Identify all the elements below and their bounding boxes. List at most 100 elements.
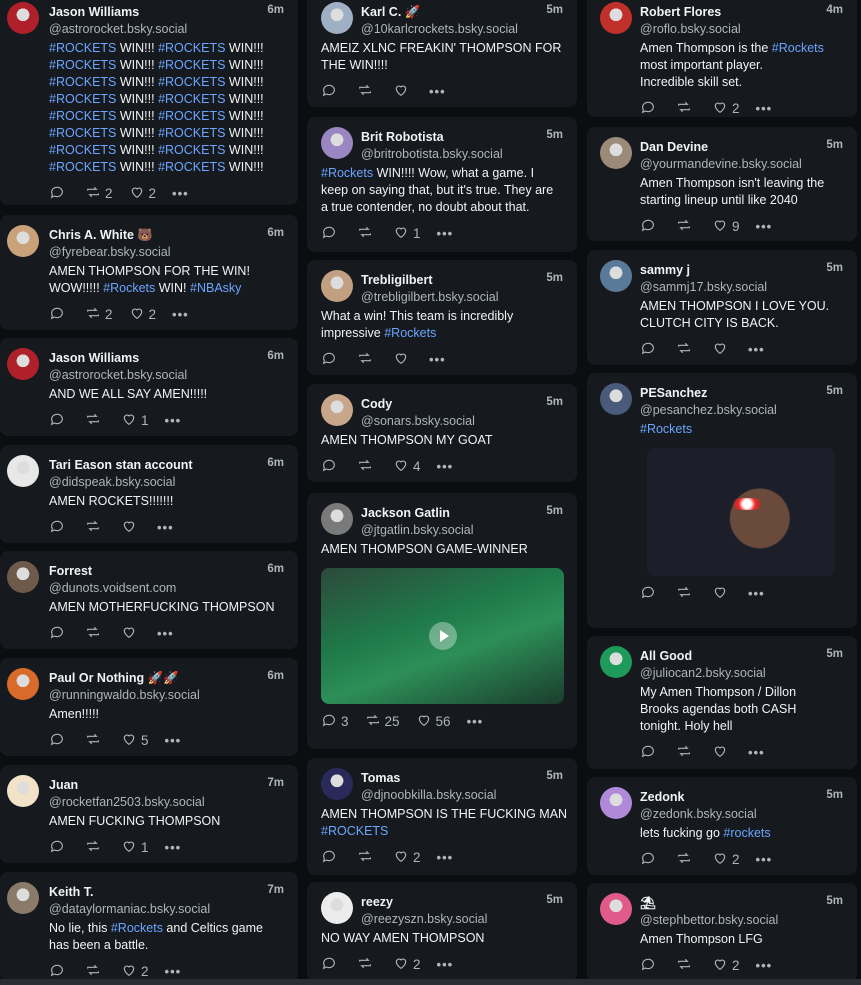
more-options-icon[interactable]: ••• <box>165 733 182 748</box>
repost-button[interactable] <box>357 457 377 476</box>
hashtag-link[interactable]: #Rockets <box>640 422 692 436</box>
hashtag-link[interactable]: #ROCKETS <box>158 109 225 123</box>
hashtag-link[interactable]: #ROCKETS <box>49 41 116 55</box>
hashtag-link[interactable]: #ROCKETS <box>49 92 116 106</box>
reply-button[interactable] <box>321 955 341 974</box>
post-timestamp[interactable]: 6m <box>267 4 284 16</box>
avatar[interactable] <box>7 2 39 34</box>
like-button[interactable] <box>393 82 413 101</box>
like-button[interactable]: 2 <box>129 184 156 203</box>
reply-button[interactable]: 3 <box>321 712 349 731</box>
repost-button[interactable] <box>357 224 377 243</box>
author-handle[interactable]: @zedonk.bsky.social <box>640 806 857 823</box>
author-name[interactable]: sammy j <box>640 262 857 279</box>
post-timestamp[interactable]: 7m <box>267 884 284 896</box>
more-options-icon[interactable]: ••• <box>437 459 454 474</box>
author-name[interactable]: Paul Or Nothing 🚀🚀 <box>49 670 298 687</box>
more-options-icon[interactable]: ••• <box>429 84 446 99</box>
repost-button[interactable] <box>676 743 696 762</box>
video-thumbnail[interactable] <box>321 568 564 704</box>
avatar[interactable] <box>600 787 632 819</box>
reply-button[interactable] <box>640 99 660 118</box>
hashtag-link[interactable]: #Rockets <box>384 326 436 340</box>
avatar[interactable] <box>7 348 39 380</box>
author-name[interactable]: Zedonk <box>640 789 857 806</box>
avatar[interactable] <box>7 225 39 257</box>
post-card[interactable]: Cody @sonars.bsky.social 5m AMEN THOMPSON M… <box>307 384 577 482</box>
repost-button[interactable] <box>676 99 696 118</box>
repost-button[interactable] <box>85 624 105 643</box>
author-handle[interactable]: @rocketfan2503.bsky.social <box>49 794 298 811</box>
repost-button[interactable] <box>85 731 105 750</box>
post-card[interactable]: Forrest @dunots.voidsent.com 6m AMEN MOTHER… <box>0 551 298 649</box>
post-card[interactable]: sammy j @sammj17.bsky.social 5m AMEN THOMPS… <box>587 250 857 365</box>
more-options-icon[interactable]: ••• <box>157 626 174 641</box>
more-options-icon[interactable]: ••• <box>437 226 454 241</box>
post-timestamp[interactable]: 5m <box>826 648 843 660</box>
play-icon[interactable] <box>428 622 457 650</box>
hashtag-link[interactable]: #ROCKETS <box>158 41 225 55</box>
author-handle[interactable]: @britrobotista.bsky.social <box>361 146 577 163</box>
post-timestamp[interactable]: 5m <box>826 262 843 274</box>
reply-button[interactable] <box>321 457 341 476</box>
post-card[interactable]: Trebligilbert @trebligilbert.bsky.social 5… <box>307 260 577 375</box>
horizontal-scrollbar[interactable] <box>0 979 861 985</box>
reply-button[interactable] <box>321 224 341 243</box>
author-name[interactable]: All Good <box>640 648 857 665</box>
post-card[interactable]: ⛱ @stephbettor.bsky.social 5m Amen Thompson… <box>587 883 857 983</box>
post-timestamp[interactable]: 7m <box>267 777 284 789</box>
like-button[interactable]: 2 <box>129 305 156 324</box>
post-card[interactable]: reezy @reezyszn.bsky.social 5m NO WAY AMEN … <box>307 882 577 982</box>
repost-button[interactable] <box>357 955 377 974</box>
avatar[interactable] <box>7 455 39 487</box>
more-options-icon[interactable]: ••• <box>467 714 484 729</box>
more-options-icon[interactable]: ••• <box>756 101 773 116</box>
post-timestamp[interactable]: 6m <box>267 563 284 575</box>
post-card[interactable]: Tomas @djnoobkilla.bsky.social 5m AMEN THOM… <box>307 758 577 875</box>
author-handle[interactable]: @fyrebear.bsky.social <box>49 244 298 261</box>
avatar[interactable] <box>600 646 632 678</box>
hashtag-link[interactable]: #ROCKETS <box>321 824 388 838</box>
post-timestamp[interactable]: 4m <box>826 4 843 16</box>
reply-button[interactable] <box>640 743 660 762</box>
image-attachment[interactable] <box>647 448 835 576</box>
author-name[interactable]: Forrest <box>49 563 298 580</box>
post-timestamp[interactable]: 5m <box>826 139 843 151</box>
repost-button[interactable] <box>676 850 696 869</box>
repost-button[interactable] <box>676 956 696 975</box>
author-handle[interactable]: @reezyszn.bsky.social <box>361 911 577 928</box>
post-card[interactable]: Zedonk @zedonk.bsky.social 5m lets fucking … <box>587 777 857 875</box>
more-options-icon[interactable]: ••• <box>756 219 773 234</box>
post-timestamp[interactable]: 6m <box>267 457 284 469</box>
reply-button[interactable] <box>49 838 69 857</box>
author-handle[interactable]: @trebligilbert.bsky.social <box>361 289 577 306</box>
reply-button[interactable] <box>49 411 69 430</box>
hashtag-link[interactable]: #Rockets <box>772 41 824 55</box>
post-timestamp[interactable]: 5m <box>546 129 563 141</box>
more-options-icon[interactable]: ••• <box>748 745 765 760</box>
author-name[interactable]: Karl C. 🚀 <box>361 4 577 21</box>
like-button[interactable]: 5 <box>121 731 149 750</box>
repost-button[interactable] <box>676 584 696 603</box>
author-handle[interactable]: @astrorocket.bsky.social <box>49 21 298 38</box>
more-options-icon[interactable]: ••• <box>748 586 765 601</box>
post-card[interactable]: All Good @juliocan2.bsky.social 5m My Amen … <box>587 636 857 769</box>
hashtag-link[interactable]: #rockets <box>723 826 770 840</box>
like-button[interactable] <box>393 350 413 369</box>
reply-button[interactable] <box>640 956 660 975</box>
author-name[interactable]: Robert Flores <box>640 4 857 21</box>
more-options-icon[interactable]: ••• <box>172 186 189 201</box>
author-handle[interactable]: @stephbettor.bsky.social <box>640 912 857 929</box>
like-button[interactable]: 2 <box>712 850 740 869</box>
post-timestamp[interactable]: 5m <box>826 895 843 907</box>
hashtag-link[interactable]: #Rockets <box>321 166 373 180</box>
author-name[interactable]: Tomas <box>361 770 577 787</box>
author-name[interactable]: Cody <box>361 396 577 413</box>
post-timestamp[interactable]: 5m <box>546 770 563 782</box>
hashtag-link[interactable]: #ROCKETS <box>49 160 116 174</box>
author-handle[interactable]: @juliocan2.bsky.social <box>640 665 857 682</box>
hashtag-link[interactable]: #ROCKETS <box>158 160 225 174</box>
reply-button[interactable] <box>49 624 69 643</box>
more-options-icon[interactable]: ••• <box>437 850 454 865</box>
author-name[interactable]: Brit Robotista <box>361 129 577 146</box>
